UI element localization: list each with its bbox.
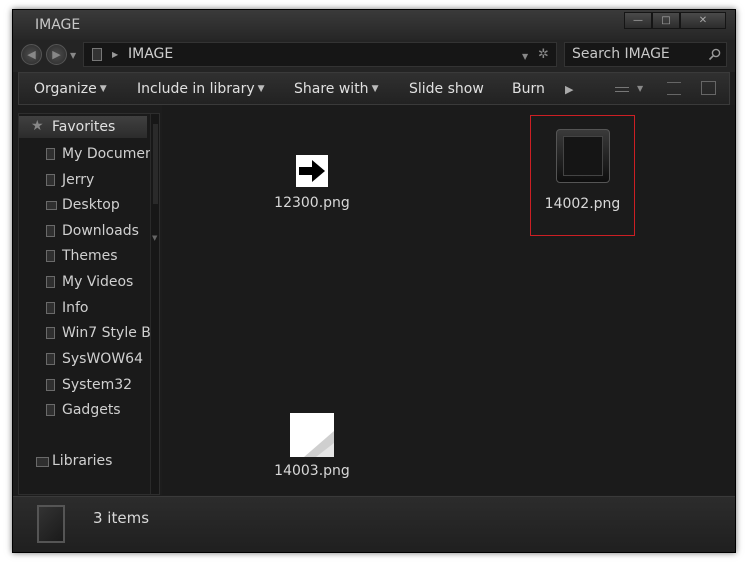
folder-icon xyxy=(46,302,55,314)
search-icon[interactable] xyxy=(708,48,721,61)
navigation-pane: ★ Favorites My Documents Jerry Desktop D… xyxy=(18,113,160,495)
sidebar-item-themes[interactable]: Themes xyxy=(46,248,118,264)
sidebar-item-label: My Documents xyxy=(62,146,160,162)
file-name: 14003.png xyxy=(274,463,350,479)
recent-pages-chevron-icon[interactable]: ▼ xyxy=(70,51,76,60)
folder-thumbnail-icon xyxy=(37,505,65,543)
favorites-header[interactable]: ★ Favorites xyxy=(19,116,147,138)
file-list[interactable]: 12300.png 14002.png 14003.png xyxy=(162,105,735,495)
sidebar-item-label: Desktop xyxy=(62,197,120,213)
file-name: 14002.png xyxy=(544,196,621,212)
sidebar-item-system32[interactable]: System32 xyxy=(46,377,133,393)
file-item-14003[interactable]: 14003.png xyxy=(262,413,362,479)
forward-button[interactable]: ▶ xyxy=(46,44,67,65)
sidebar-item-label: Libraries xyxy=(52,453,113,469)
chevron-down-icon: ▼ xyxy=(99,84,107,94)
folder-icon xyxy=(46,148,55,160)
sidebar-item-jerry[interactable]: Jerry xyxy=(46,172,95,188)
breadcrumb-current-folder[interactable]: IMAGE xyxy=(128,46,173,62)
scroll-thumb[interactable] xyxy=(153,124,158,204)
chevron-down-icon: ▼ xyxy=(257,84,265,94)
folder-icon xyxy=(92,48,102,61)
folder-icon xyxy=(46,353,55,365)
arrow-right-icon xyxy=(296,155,328,187)
organize-label: Organize xyxy=(34,81,97,97)
preview-pane-icon[interactable] xyxy=(667,82,681,95)
sidebar-item-syswow64[interactable]: SysWOW64 xyxy=(46,351,143,367)
command-bar: Organize ▼ Include in library ▼ Share with… xyxy=(18,72,730,105)
maximize-button[interactable]: □ xyxy=(652,12,680,29)
sidebar-item-label: SysWOW64 xyxy=(62,351,143,367)
sidebar-item-desktop[interactable]: Desktop xyxy=(46,197,120,213)
title-bar[interactable]: IMAGE — □ ✕ xyxy=(13,10,735,40)
search-placeholder: Search IMAGE xyxy=(572,46,670,62)
file-name: 12300.png xyxy=(274,195,350,211)
sidebar-item-label: Themes xyxy=(62,248,118,264)
item-count: 3 items xyxy=(93,509,150,527)
sidebar-item-my-videos[interactable]: My Videos xyxy=(46,274,134,290)
sidebar-item-libraries[interactable]: Libraries xyxy=(36,453,113,469)
sidebar-item-my-documents[interactable]: My Documents xyxy=(46,146,160,162)
sidebar-item-label: My Videos xyxy=(62,274,134,290)
back-button[interactable]: ◀ xyxy=(21,44,42,65)
folder-icon xyxy=(46,379,55,391)
sidebar-item-gadgets[interactable]: Gadgets xyxy=(46,402,121,418)
frame-icon xyxy=(555,129,610,183)
page-curl-icon xyxy=(290,413,334,457)
scroll-down-arrow-icon[interactable]: ▼ xyxy=(152,234,157,242)
frame-inner-icon xyxy=(562,136,603,176)
star-icon: ★ xyxy=(31,118,44,134)
view-options-icon[interactable] xyxy=(615,87,629,92)
breadcrumb-separator-icon[interactable]: ▶ xyxy=(112,50,118,59)
sidebar-item-label: Win7 Style Builder xyxy=(62,325,159,341)
refresh-icon[interactable]: ✲ xyxy=(538,47,549,62)
burn-button[interactable]: Burn xyxy=(512,81,545,97)
sidebar-item-downloads[interactable]: Downloads xyxy=(46,223,139,239)
address-dropdown-icon[interactable]: ▼ xyxy=(522,52,528,61)
include-in-library-button[interactable]: Include in library ▼ xyxy=(137,81,265,97)
organize-button[interactable]: Organize ▼ xyxy=(34,81,107,97)
close-button[interactable]: ✕ xyxy=(680,12,726,29)
share-with-label: Share with xyxy=(294,81,369,97)
search-box[interactable]: Search IMAGE xyxy=(564,42,727,67)
folder-icon xyxy=(46,250,55,262)
sidebar-item-label: Gadgets xyxy=(62,402,121,418)
sidebar-item-label: Info xyxy=(62,300,89,316)
sidebar-item-win7-style-builder[interactable]: Win7 Style Builder xyxy=(46,325,159,341)
folder-icon xyxy=(46,404,55,416)
help-icon[interactable] xyxy=(701,81,716,95)
sidebar-item-info[interactable]: Info xyxy=(46,300,89,316)
chevron-down-icon[interactable]: ▼ xyxy=(637,84,643,93)
folder-icon xyxy=(46,174,55,186)
library-icon xyxy=(36,457,49,467)
file-item-14002[interactable]: 14002.png xyxy=(530,115,635,236)
address-row: ◀ ▶ ▼ ▶ IMAGE ▼ ✲ Search IMAGE xyxy=(13,40,735,72)
favorites-label: Favorites xyxy=(52,119,116,135)
more-commands-button[interactable]: ▶ xyxy=(565,83,573,96)
desktop-icon xyxy=(46,201,57,210)
folder-icon xyxy=(46,225,55,237)
sidebar-item-label: System32 xyxy=(62,377,133,393)
sidebar-item-label: Downloads xyxy=(62,223,139,239)
address-bar[interactable]: ▶ IMAGE ▼ ✲ xyxy=(83,42,557,67)
window-title: IMAGE xyxy=(35,17,81,33)
chevron-down-icon: ▼ xyxy=(371,84,379,94)
minimize-button[interactable]: — xyxy=(624,12,652,29)
details-pane: 3 items xyxy=(13,496,735,552)
folder-icon xyxy=(46,276,55,288)
explorer-window: IMAGE — □ ✕ ◀ ▶ ▼ ▶ IMAGE ▼ ✲ Search IMA… xyxy=(12,9,736,553)
include-in-library-label: Include in library xyxy=(137,81,255,97)
nav-pane-scrollbar[interactable]: ▼ xyxy=(150,114,159,494)
share-with-button[interactable]: Share with ▼ xyxy=(294,81,378,97)
sidebar-item-label: Jerry xyxy=(62,172,95,188)
folder-icon xyxy=(46,327,55,339)
file-item-12300[interactable]: 12300.png xyxy=(262,155,362,211)
slide-show-button[interactable]: Slide show xyxy=(409,81,484,97)
